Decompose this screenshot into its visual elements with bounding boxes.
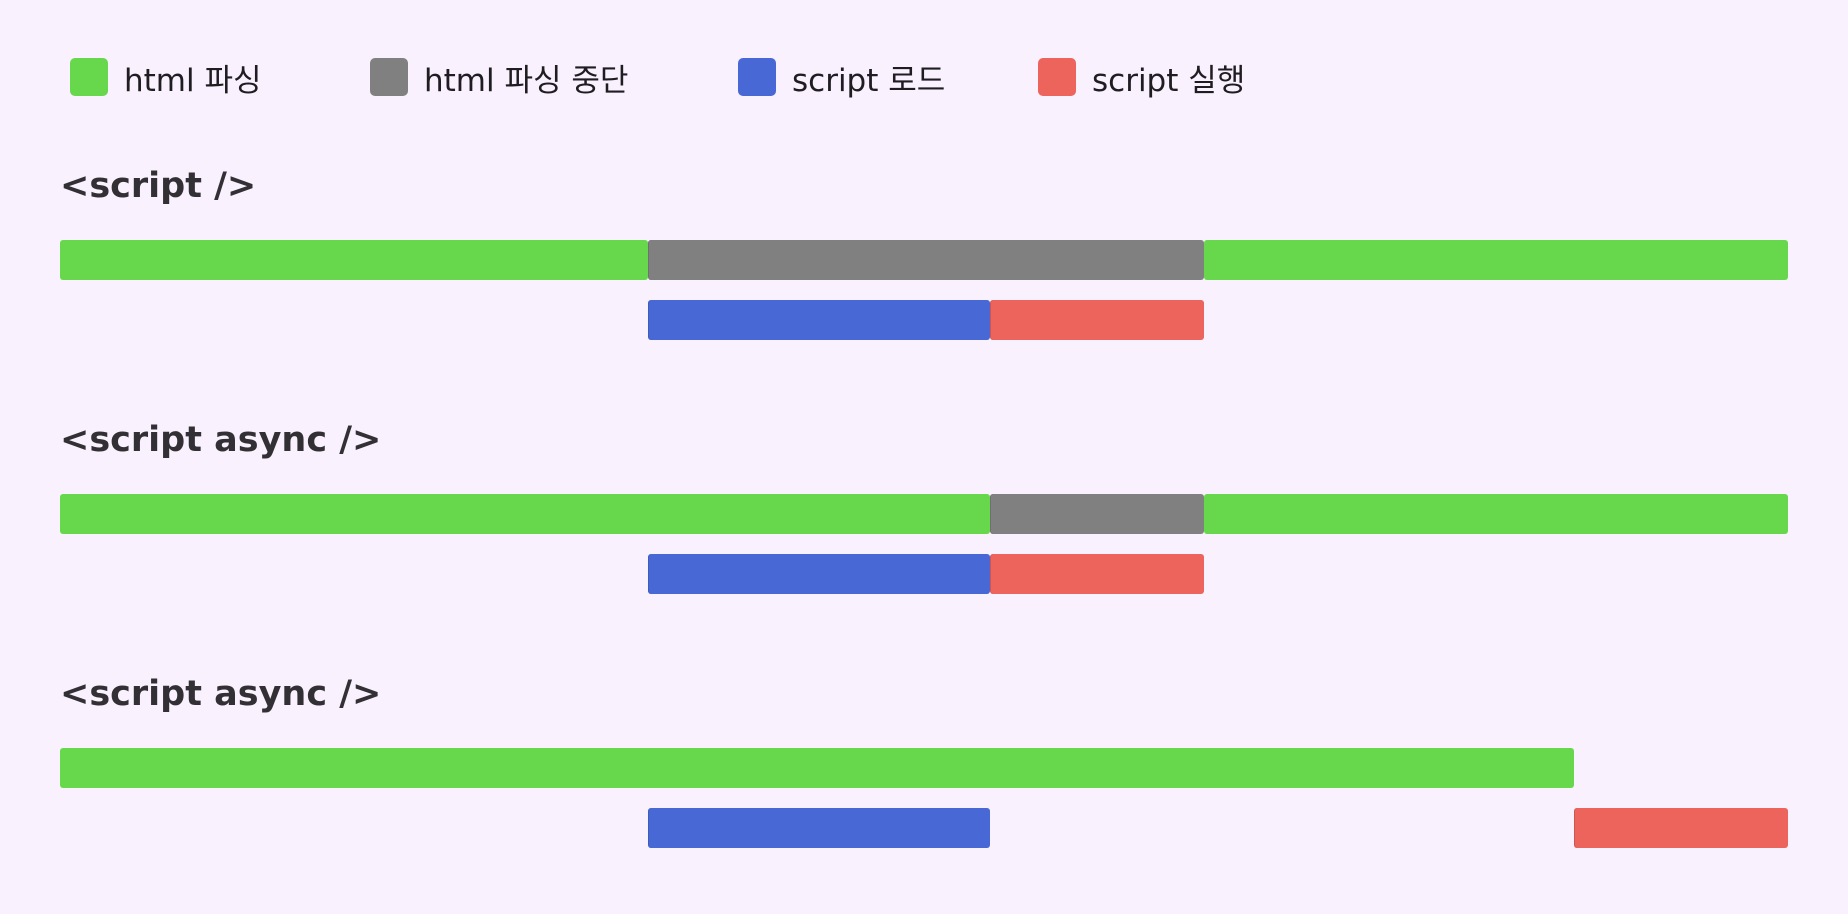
bar-script-load [647, 300, 990, 340]
timeline-track [0, 808, 1848, 848]
legend-label-script-load: script 로드 [792, 62, 946, 99]
timeline-diagram: html 파싱 html 파싱 중단 script 로드 script 실행 <… [0, 0, 1848, 914]
legend-item-html-parse: html 파싱 [70, 56, 262, 99]
bar-script-load [647, 808, 990, 848]
section-title-script: <script /> [60, 166, 257, 206]
legend-label-html-parse: html 파싱 [124, 62, 262, 99]
legend: html 파싱 html 파싱 중단 script 로드 script 실행 [70, 56, 1770, 99]
timeline-track [0, 554, 1848, 594]
legend-item-script-exec: script 실행 [1038, 56, 1246, 99]
bar-html-parse-paused [647, 240, 1204, 280]
legend-swatch-html-parse [70, 58, 108, 96]
bar-html-parse [60, 240, 648, 280]
bar-script-exec [989, 300, 1204, 340]
legend-item-script-load: script 로드 [738, 56, 946, 99]
timeline-track [0, 748, 1848, 788]
bar-html-parse-paused [989, 494, 1204, 534]
timeline-track [0, 240, 1848, 280]
timeline-track [0, 300, 1848, 340]
legend-item-html-parse-paused: html 파싱 중단 [370, 56, 629, 99]
section-title-script-async: <script async /> [60, 420, 382, 460]
legend-label-script-exec: script 실행 [1092, 62, 1246, 99]
legend-label-html-parse-paused: html 파싱 중단 [424, 62, 629, 99]
legend-swatch-script-exec [1038, 58, 1076, 96]
bar-html-parse [60, 748, 1574, 788]
bar-script-exec [989, 554, 1204, 594]
bar-script-exec [1573, 808, 1788, 848]
bar-html-parse [60, 494, 990, 534]
legend-swatch-script-load [738, 58, 776, 96]
bar-html-parse [1203, 240, 1788, 280]
timeline-track [0, 494, 1848, 534]
bar-html-parse [1203, 494, 1788, 534]
legend-swatch-html-parse-paused [370, 58, 408, 96]
section-title-script-async-2: <script async /> [60, 674, 382, 714]
bar-script-load [647, 554, 990, 594]
